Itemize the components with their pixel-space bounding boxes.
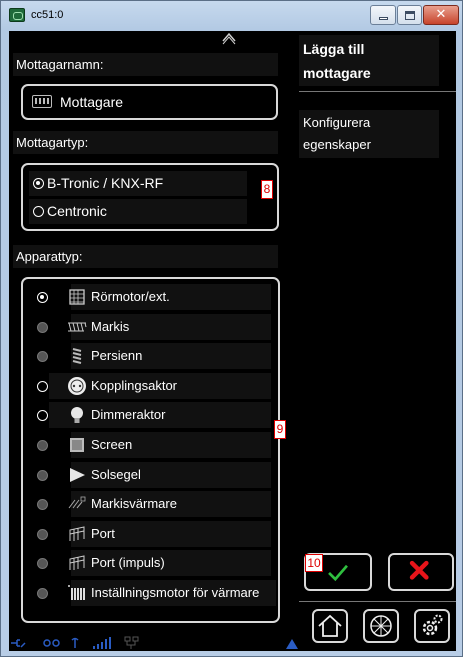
socket-icon (68, 377, 86, 395)
app-window: cc51:0 ✕ Mottagarnamn: Mottagare Mottaga… (0, 0, 463, 657)
home-button[interactable] (312, 609, 348, 643)
device-type-row[interactable]: Kopplingsaktor (23, 373, 278, 399)
awning-icon (68, 322, 87, 332)
device-type-row[interactable]: Rörmotor/ext. (23, 284, 278, 310)
device-type-radio (37, 588, 48, 599)
device-type-row: Solsegel (23, 462, 278, 488)
settings-button[interactable] (414, 609, 450, 643)
status-bar (11, 636, 298, 649)
configure-label: Konfigurera egenskaper (299, 110, 439, 158)
maximize-icon (405, 11, 415, 20)
minimize-icon (379, 17, 388, 20)
radio-btronic[interactable] (33, 178, 44, 189)
device-type-row: Markisvärmare (23, 491, 278, 517)
device-type-label-text: Dimmeraktor (91, 407, 166, 422)
device-type-label-text: Markis (91, 319, 130, 334)
venetian-blind-icon (72, 348, 82, 364)
bottom-divider (299, 601, 456, 602)
device-type-radio (37, 440, 48, 451)
receiver-name-field[interactable]: Mottagare (21, 84, 278, 120)
device-type-radio[interactable] (37, 410, 48, 421)
gears-icon (422, 614, 443, 636)
chevron-up-icon[interactable] (221, 31, 237, 45)
receiver-type-group: B-Tronic / KNX-RF Centronic (21, 163, 279, 231)
device-type-label-text: Inställningsmotor för värmare (91, 585, 260, 600)
awning-heater-icon (68, 496, 86, 509)
radio-centronic[interactable] (33, 206, 44, 217)
device-type-radio (37, 470, 48, 481)
device-type-radio[interactable] (37, 381, 48, 392)
device-type-row: Port (23, 521, 278, 547)
device-type-radio (37, 499, 48, 510)
device-type-row: Markis (23, 314, 278, 340)
plug-icon (11, 639, 26, 648)
minimize-button[interactable] (370, 5, 396, 25)
tubular-motor-icon (69, 289, 85, 305)
title-bar[interactable]: cc51:0 ✕ (1, 1, 462, 30)
receiver-type-centronic[interactable]: Centronic (29, 199, 247, 224)
device-type-radio (37, 351, 48, 362)
receiver-name-label: Mottagarnamn: (13, 53, 278, 76)
cancel-button[interactable] (388, 553, 454, 591)
device-type-radio (37, 558, 48, 569)
badge-receiver-type: 8 (261, 180, 273, 199)
network-icon (124, 636, 139, 649)
cancel-x-icon (409, 560, 429, 580)
window-title: cc51:0 (31, 9, 64, 21)
device-type-group: Rörmotor/ext. Markis Persienn Kopplingsakto… (21, 277, 280, 623)
device-type-label-text: Markisvärmare (91, 496, 177, 511)
gate-impulse-icon (69, 555, 85, 570)
keyboard-icon (32, 95, 52, 108)
fan-icon (370, 615, 392, 637)
heater-motor-icon (68, 585, 85, 600)
device-type-label-text: Port (impuls) (91, 555, 165, 570)
receiver-name-value: Mottagare (60, 94, 124, 110)
device-type-label-text: Rörmotor/ext. (91, 289, 170, 304)
device-type-label-text: Persienn (91, 348, 143, 363)
warning-triangle-icon[interactable] (286, 639, 298, 649)
receiver-type-centronic-label: Centronic (47, 203, 107, 219)
app-client-area: Mottagarnamn: Mottagare Mottagartyp: B-T… (9, 31, 456, 651)
badge-device-type: 9 (274, 420, 286, 439)
sun-sail-icon (70, 468, 85, 482)
receiver-type-label: Mottagartyp: (13, 131, 278, 154)
screen-icon (70, 438, 84, 452)
device-type-label-text: Solsegel (91, 467, 141, 482)
device-type-radio (37, 529, 48, 540)
signal-bars-icon (93, 637, 111, 649)
device-type-row: Screen (23, 432, 278, 458)
device-type-radio[interactable] (37, 292, 48, 303)
receiver-type-btronic-label: B-Tronic / KNX-RF (47, 175, 164, 191)
panel-title: Lägga till mottagare (299, 35, 439, 86)
bulb-icon (71, 407, 83, 423)
title-divider (299, 91, 456, 92)
device-type-label: Apparattyp: (13, 245, 278, 268)
device-type-row: Inställningsmotor för värmare (23, 580, 278, 606)
home-icon (318, 614, 342, 637)
gate-icon (69, 526, 85, 541)
device-type-row: Port (impuls) (23, 550, 278, 576)
close-icon: ✕ (435, 7, 447, 22)
device-type-radio (37, 322, 48, 333)
badge-confirm: 10 (305, 554, 323, 572)
receivers-button[interactable] (363, 609, 399, 643)
link-icon (43, 639, 60, 647)
device-type-label-text: Kopplingsaktor (91, 378, 177, 393)
antenna-icon (71, 637, 79, 648)
close-button[interactable]: ✕ (423, 5, 459, 25)
device-type-row: Persienn (23, 343, 278, 369)
maximize-button[interactable] (397, 5, 422, 25)
receiver-type-btronic[interactable]: B-Tronic / KNX-RF (29, 171, 247, 196)
device-type-row[interactable]: Dimmeraktor (23, 402, 278, 428)
device-type-label-text: Port (91, 526, 115, 541)
device-type-label-text: Screen (91, 437, 133, 452)
app-icon (9, 8, 25, 22)
